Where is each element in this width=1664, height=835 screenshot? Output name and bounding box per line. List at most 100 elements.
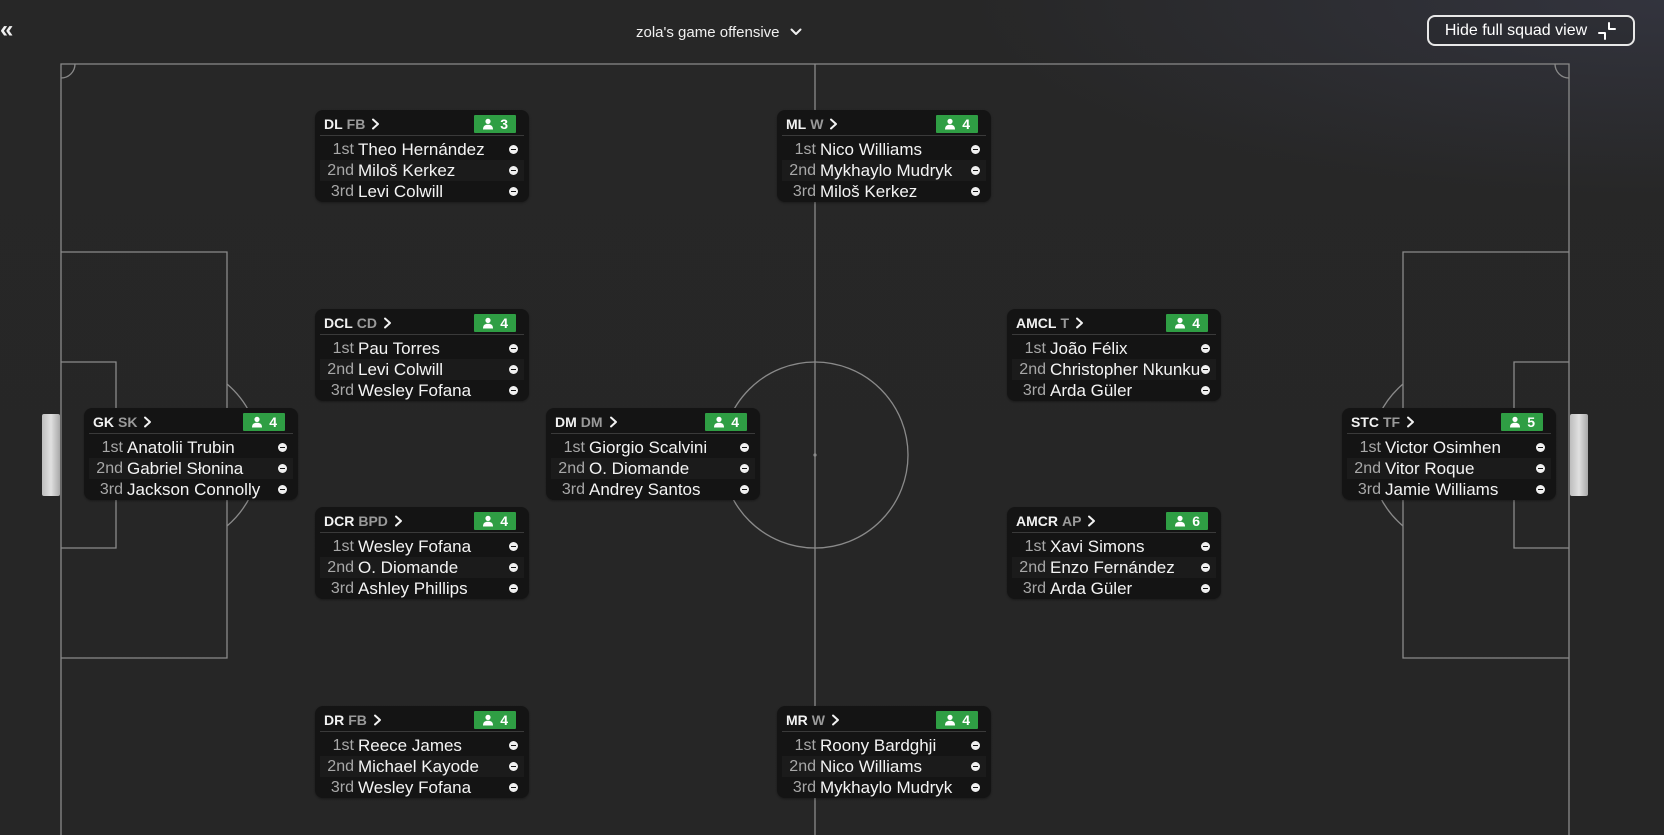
player-row[interactable]: 3rd Mykhaylo Mudryk [782,777,986,798]
player-row[interactable]: 1st Roony Bardghji [782,735,986,756]
player-row[interactable]: 3rd Arda Güler [1012,380,1216,401]
collapse-panel-icon[interactable]: « [0,16,13,44]
player-row[interactable]: 1st João Félix [1012,338,1216,359]
player-row[interactable]: 3rd Levi Colwill [320,181,524,202]
remove-player-icon[interactable] [1201,563,1210,572]
position-role-link[interactable]: DL FB [324,116,380,132]
remove-player-icon[interactable] [1201,386,1210,395]
player-row[interactable]: 2nd Vitor Roque [1347,458,1551,479]
player-count-badge[interactable]: 4 [936,115,978,133]
player-count-badge[interactable]: 4 [705,413,747,431]
remove-player-icon[interactable] [509,762,518,771]
player-row[interactable]: 2nd O. Diomande [551,458,755,479]
remove-player-icon[interactable] [509,145,518,154]
player-row[interactable]: 2nd Nico Williams [782,756,986,777]
player-row[interactable]: 3rd Andrey Santos [551,479,755,500]
remove-player-icon[interactable] [509,741,518,750]
player-row[interactable]: 2nd Enzo Fernández [1012,557,1216,578]
remove-player-icon[interactable] [278,464,287,473]
remove-player-icon[interactable] [971,741,980,750]
position-role-link[interactable]: AMCR AP [1016,513,1096,529]
player-row[interactable]: 1st Anatolii Trubin [89,437,293,458]
position-role-link[interactable]: DM DM [555,414,618,430]
remove-player-icon[interactable] [1201,344,1210,353]
remove-player-icon[interactable] [1201,542,1210,551]
tactic-selector[interactable]: zola's game offensive [636,20,802,44]
position-role-link[interactable]: AMCL T [1016,315,1084,331]
player-count-badge[interactable]: 4 [1166,314,1208,332]
remove-player-icon[interactable] [1536,443,1545,452]
remove-player-icon[interactable] [740,443,749,452]
player-row[interactable]: 2nd Christopher Nkunku [1012,359,1216,380]
player-count-badge[interactable]: 4 [474,512,516,530]
remove-player-icon[interactable] [740,485,749,494]
position-role-link[interactable]: DR FB [324,712,382,728]
player-row[interactable]: 2nd Levi Colwill [320,359,524,380]
player-row[interactable]: 1st Giorgio Scalvini [551,437,755,458]
player-row[interactable]: 2nd Michael Kayode [320,756,524,777]
remove-player-icon[interactable] [509,783,518,792]
remove-player-icon[interactable] [1201,365,1210,374]
right-goal [1570,414,1588,496]
remove-player-icon[interactable] [278,443,287,452]
remove-player-icon[interactable] [1536,464,1545,473]
player-row[interactable]: 1st Nico Williams [782,139,986,160]
remove-player-icon[interactable] [509,365,518,374]
remove-player-icon[interactable] [509,584,518,593]
player-count-badge[interactable]: 4 [474,711,516,729]
remove-player-icon[interactable] [971,783,980,792]
player-row[interactable]: 2nd Miloš Kerkez [320,160,524,181]
remove-player-icon[interactable] [509,542,518,551]
chevron-right-icon [394,515,402,527]
player-row[interactable]: 1st Theo Hernández [320,139,524,160]
player-row[interactable]: 3rd Jamie Williams [1347,479,1551,500]
remove-player-icon[interactable] [971,145,980,154]
remove-player-icon[interactable] [971,762,980,771]
player-row[interactable]: 1st Victor Osimhen [1347,437,1551,458]
player-row[interactable]: 1st Pau Torres [320,338,524,359]
player-count-badge[interactable]: 4 [243,413,285,431]
role-code: AP [1062,513,1082,529]
player-row[interactable]: 1st Reece James [320,735,524,756]
position-role-link[interactable]: MR W [786,712,840,728]
position-role-link[interactable]: STC TF [1351,414,1415,430]
position-role-link[interactable]: DCR BPD [324,513,403,529]
player-row[interactable]: 3rd Jackson Connolly [89,479,293,500]
player-row[interactable]: 2nd Mykhaylo Mudryk [782,160,986,181]
player-row[interactable]: 3rd Miloš Kerkez [782,181,986,202]
remove-player-icon[interactable] [509,563,518,572]
remove-player-icon[interactable] [1536,485,1545,494]
player-name: Pau Torres [358,338,440,358]
position-role-link[interactable]: ML W [786,116,838,132]
player-count-badge[interactable]: 3 [474,115,516,133]
remove-player-icon[interactable] [1201,584,1210,593]
remove-player-icon[interactable] [509,344,518,353]
player-row[interactable]: 3rd Wesley Fofana [320,777,524,798]
player-row[interactable]: 2nd O. Diomande [320,557,524,578]
player-row[interactable]: 2nd Gabriel Słonina [89,458,293,479]
remove-player-icon[interactable] [971,166,980,175]
player-row[interactable]: 3rd Wesley Fofana [320,380,524,401]
remove-player-icon[interactable] [278,485,287,494]
position-role-link[interactable]: DCL CD [324,315,392,331]
player-rank: 3rd [330,381,354,399]
player-count-badge[interactable]: 5 [1501,413,1543,431]
player-count-badge[interactable]: 6 [1166,512,1208,530]
position-role-link[interactable]: GK SK [93,414,152,430]
remove-player-icon[interactable] [971,187,980,196]
remove-player-icon[interactable] [740,464,749,473]
player-count-badge[interactable]: 4 [936,711,978,729]
player-row[interactable]: 3rd Ashley Phillips [320,578,524,599]
player-name: Gabriel Słonina [127,458,244,478]
remove-player-icon[interactable] [509,166,518,175]
position-card-mr: MR W 4 1st Roony Bardghji 2nd Nico Willi… [777,706,991,798]
player-row[interactable]: 1st Wesley Fofana [320,536,524,557]
player-rank: 2nd [96,459,123,477]
player-row[interactable]: 1st Xavi Simons [1012,536,1216,557]
player-row[interactable]: 3rd Arda Güler [1012,578,1216,599]
player-rank: 3rd [330,579,354,597]
hide-full-squad-view-button[interactable]: Hide full squad view [1427,15,1635,46]
player-count-badge[interactable]: 4 [474,314,516,332]
remove-player-icon[interactable] [509,187,518,196]
remove-player-icon[interactable] [509,386,518,395]
